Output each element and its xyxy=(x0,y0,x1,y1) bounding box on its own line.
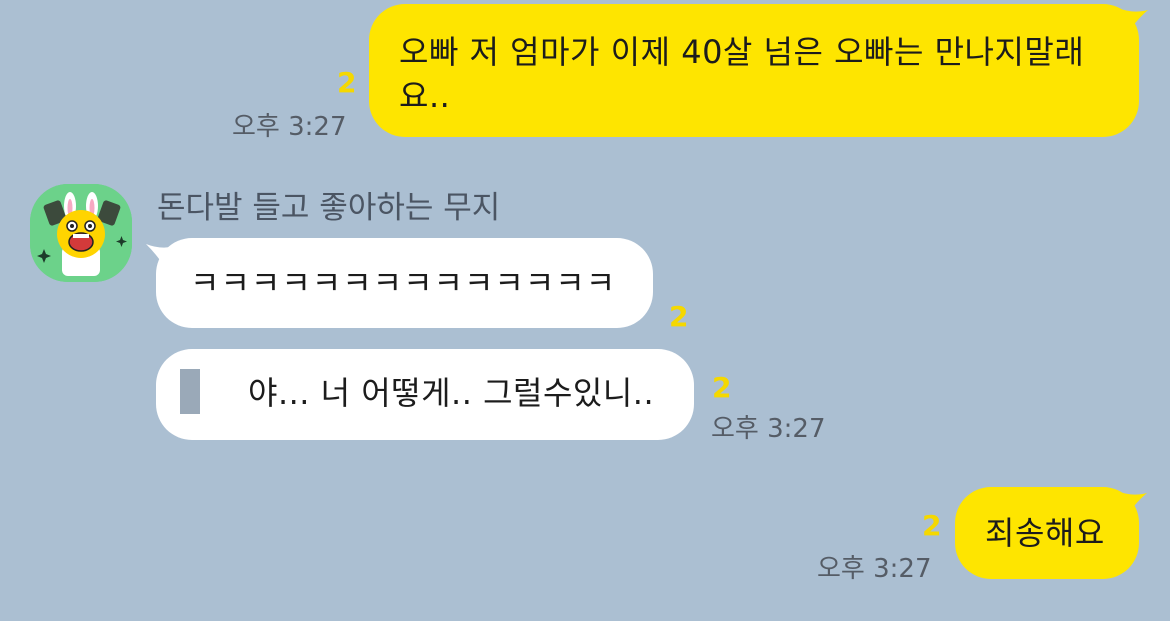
message-text-line: 요.. xyxy=(399,77,451,115)
reply-indicator xyxy=(180,369,200,414)
message-time: 오후 3:27 xyxy=(817,554,932,584)
their-message-bubble[interactable]: 야... 너 어떻게.. 그럴수있니.. xyxy=(156,349,694,440)
their-message-bubble[interactable]: ㅋㅋㅋㅋㅋㅋㅋㅋㅋㅋㅋㅋㅋㅋ xyxy=(156,238,653,328)
message-time: 오후 3:27 xyxy=(232,112,347,142)
message-time: 오후 3:27 xyxy=(711,414,826,444)
bubble-tail-icon xyxy=(1117,491,1147,517)
bubble-tail-icon xyxy=(1118,8,1148,34)
chat-room: 오빠 저 엄마가 이제 40살 넘은 오빠는 만나지말래 요.. 2 오후 3:… xyxy=(0,0,1170,621)
unread-count: 2 xyxy=(337,66,357,99)
message-text: 죄송해요 xyxy=(985,514,1105,552)
my-message-bubble[interactable]: 죄송해요 xyxy=(955,487,1139,579)
muzi-holding-money-icon xyxy=(30,184,132,282)
my-message-bubble[interactable]: 오빠 저 엄마가 이제 40살 넘은 오빠는 만나지말래 요.. xyxy=(369,4,1139,137)
unread-count: 2 xyxy=(669,300,689,333)
sender-name: 돈다발 들고 좋아하는 무지 xyxy=(157,190,501,226)
unread-count: 2 xyxy=(922,509,942,542)
message-text-line: 오빠 저 엄마가 이제 40살 넘은 오빠는 만나지말래 xyxy=(399,33,1085,71)
message-text: ㅋㅋㅋㅋㅋㅋㅋㅋㅋㅋㅋㅋㅋㅋ xyxy=(190,264,617,302)
unread-count: 2 xyxy=(712,371,732,404)
avatar[interactable] xyxy=(30,184,132,282)
bubble-tail-icon xyxy=(146,244,176,270)
message-text: 야... 너 어떻게.. 그럴수있니.. xyxy=(248,374,655,412)
